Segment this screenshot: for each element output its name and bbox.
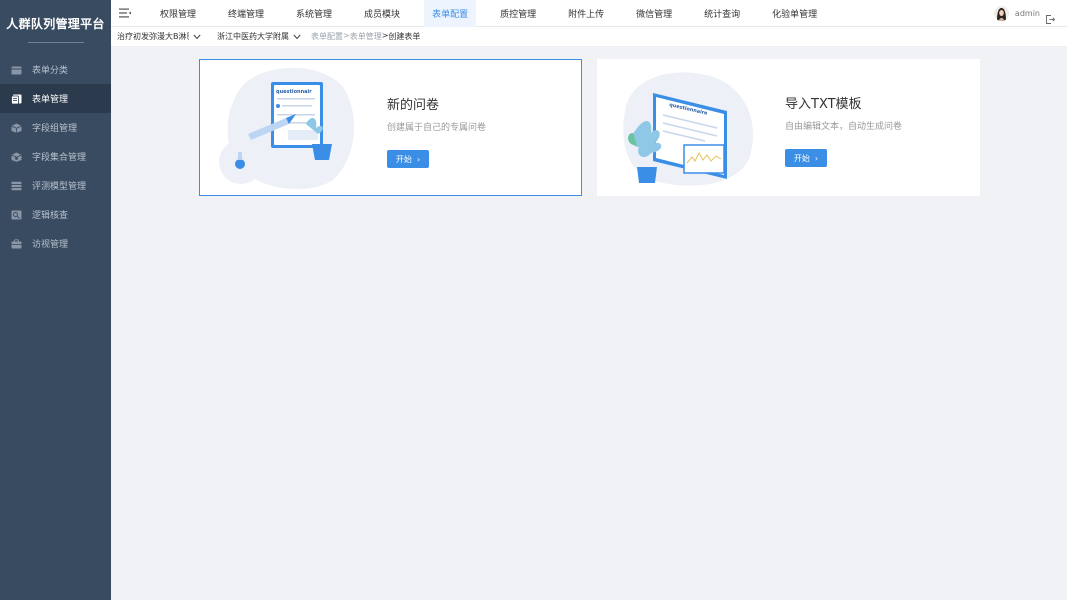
sidebar-item-label: 评测模型管理: [32, 182, 87, 192]
nav-item-permission[interactable]: 权限管理: [152, 0, 204, 27]
start-button-label: 开始: [395, 154, 412, 164]
nav-item-attachment[interactable]: 附件上传: [560, 0, 612, 27]
nav-item-form-config[interactable]: 表单配置: [424, 0, 477, 27]
logic-check-icon: [11, 210, 22, 220]
import-txt-card[interactable]: questionnaire 导入TXT模板 自由编辑文本，自动生成问卷 开始 ›: [597, 59, 980, 196]
breadcrumb-separator: >: [381, 31, 389, 40]
import-template-illustration: questionnaire: [623, 72, 754, 186]
top-nav: 权限管理 终端管理 系统管理 成员模块 表单配置 质控管理 附件上传 微信管理 …: [152, 0, 841, 27]
top-navbar: 权限管理 终端管理 系统管理 成员模块 表单配置 质控管理 附件上传 微信管理 …: [111, 0, 1067, 27]
card-description: 自由编辑文本，自动生成问卷: [785, 122, 903, 132]
menu-toggle-icon[interactable]: [119, 7, 132, 19]
avatar[interactable]: [993, 6, 1009, 21]
nav-item-lab-report[interactable]: 化验单管理: [764, 0, 825, 27]
start-button[interactable]: 开始 ›: [785, 149, 827, 167]
cube-set-icon: [11, 152, 22, 162]
questionnaire-illustration: questionnair: [219, 67, 355, 190]
start-button-label: 开始: [793, 153, 810, 163]
hospital-select[interactable]: 浙江中医药大学附属第: [217, 31, 301, 42]
sidebar-item-label: 字段集合管理: [32, 153, 87, 163]
sidebar-item-label: 逻辑核查: [32, 211, 69, 221]
sidebar-item-visit[interactable]: 访视管理: [0, 229, 111, 258]
chevron-right-icon: ›: [814, 153, 819, 163]
sidebar-item-label: 表单分类: [32, 66, 69, 76]
sub-toolbar: 治疗初发弥漫大B淋巴 浙江中医药大学附属第 表单配置 > 表单管理 > 创建表单: [111, 27, 1067, 47]
sidebar-item-field-group[interactable]: 字段组管理: [0, 113, 111, 142]
sidebar-item-form-management[interactable]: 表单管理: [0, 84, 111, 113]
new-questionnaire-card[interactable]: questionnair 新的问卷 创建属于自己的专属问卷 开始 ›: [199, 59, 582, 196]
app-title: 人群队列管理平台: [6, 16, 105, 31]
sidebar-item-label: 表单管理: [32, 95, 69, 105]
breadcrumb-separator: >: [343, 31, 350, 40]
illustration-text: questionnair: [276, 89, 312, 95]
sidebar-menu: 表单分类 表单管理 字段组管理 字段集合管理 评测模型管理 逻辑核查 访视管理: [0, 55, 111, 258]
nav-item-member[interactable]: 成员模块: [356, 0, 408, 27]
nav-item-terminal[interactable]: 终端管理: [220, 0, 272, 27]
model-icon: [11, 181, 22, 191]
nav-item-system[interactable]: 系统管理: [288, 0, 340, 27]
sidebar-item-form-category[interactable]: 表单分类: [0, 55, 111, 84]
breadcrumb-item-form-config[interactable]: 表单配置: [311, 31, 343, 42]
sidebar-item-label: 访视管理: [32, 240, 69, 250]
user-area: admin: [993, 0, 1056, 27]
nav-item-wechat[interactable]: 微信管理: [628, 0, 680, 27]
cube-icon: [11, 123, 22, 133]
breadcrumb-item-create-form: 创建表单: [388, 32, 421, 41]
logout-icon[interactable]: [1046, 9, 1056, 24]
breadcrumb-item-form-management[interactable]: 表单管理: [350, 31, 382, 42]
folder-icon: [11, 65, 22, 75]
sidebar-item-label: 字段组管理: [32, 124, 78, 134]
sidebar: 人群队列管理平台 表单分类 表单管理 字段组管理 字段集合管理 评测模型管理 逻…: [0, 0, 111, 600]
visit-icon: [11, 238, 22, 249]
nav-item-statistics[interactable]: 统计查询: [696, 0, 748, 27]
breadcrumb: 表单配置 > 表单管理 > 创建表单: [311, 31, 420, 42]
chevron-down-icon: [293, 34, 301, 39]
project-select[interactable]: 治疗初发弥漫大B淋巴: [117, 31, 201, 42]
start-button[interactable]: 开始 ›: [387, 150, 429, 168]
card-title: 导入TXT模板: [785, 97, 862, 112]
sidebar-item-field-set[interactable]: 字段集合管理: [0, 142, 111, 171]
form-icon: [11, 94, 22, 104]
sidebar-item-logic-check[interactable]: 逻辑核查: [0, 200, 111, 229]
username[interactable]: admin: [1015, 9, 1040, 18]
hospital-select-value: 浙江中医药大学附属第: [217, 32, 289, 41]
nav-item-quality[interactable]: 质控管理: [492, 0, 544, 27]
divider: [27, 42, 84, 43]
sidebar-item-eval-model[interactable]: 评测模型管理: [0, 171, 111, 200]
chevron-right-icon: ›: [416, 154, 421, 164]
card-title: 新的问卷: [387, 98, 440, 113]
card-description: 创建属于自己的专属问卷: [387, 123, 487, 133]
chevron-down-icon: [193, 34, 201, 39]
project-select-value: 治疗初发弥漫大B淋巴: [117, 32, 189, 41]
